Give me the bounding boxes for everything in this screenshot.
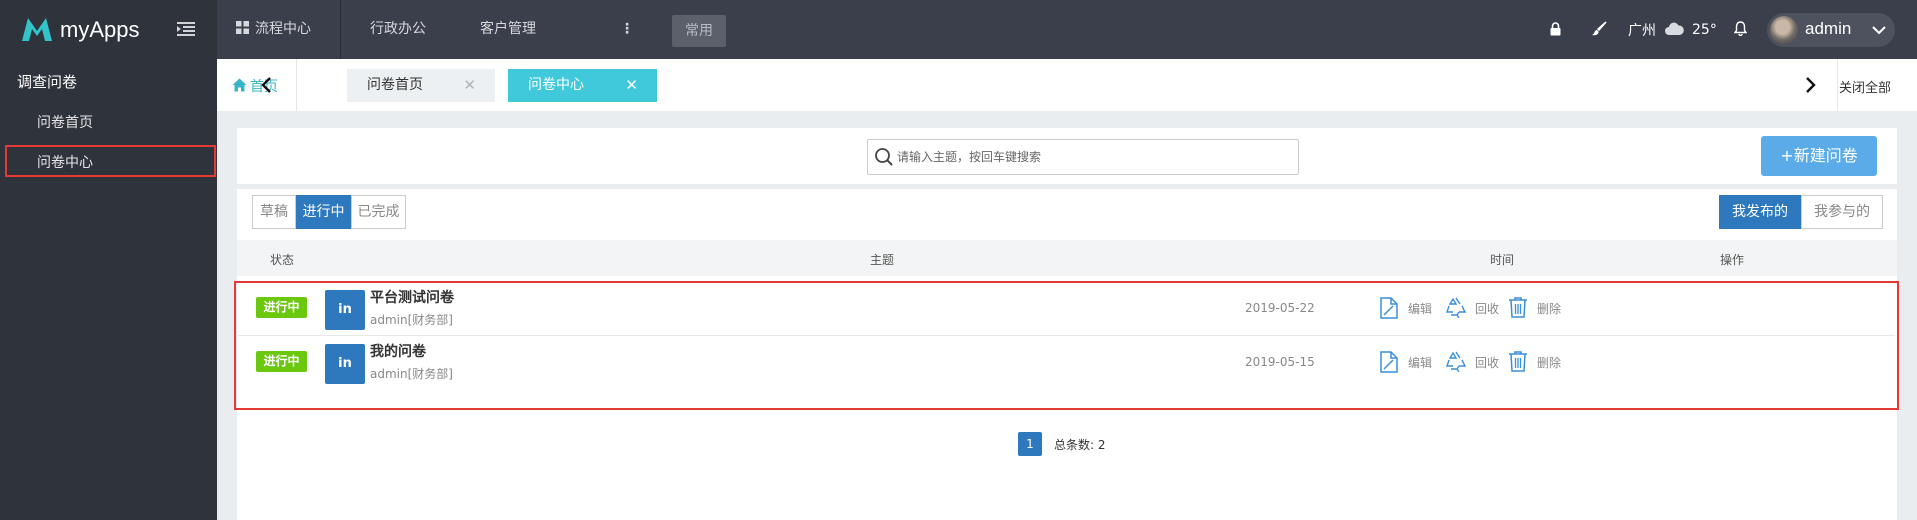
brush-icon[interactable] [1592,21,1607,36]
close-all-button[interactable]: 关闭全部 [1839,77,1891,96]
delete-label: 删除 [1537,302,1562,316]
logo-m-icon [22,18,52,41]
delete-label: 删除 [1537,356,1562,370]
survey-owner: admin[财务部] [370,367,453,381]
tab-survey-center[interactable]: 问卷中心 ✕ [508,69,657,102]
user-name: admin [1805,19,1852,38]
new-survey-button[interactable]: +新建问卷 [1761,136,1877,176]
edit-icon [1380,351,1398,373]
survey-icon: in [325,290,365,330]
bell-icon[interactable] [1734,21,1747,36]
table-rows-highlight: 进行中 in 平台测试问卷 admin[财务部] 2019-05-22 编辑 回… [234,281,1899,410]
table-row[interactable]: 进行中 in 平台测试问卷 admin[财务部] 2019-05-22 编辑 回… [238,283,1895,335]
filter-completed[interactable]: 已完成 [351,195,406,229]
survey-title[interactable]: 平台测试问卷 [370,287,454,307]
sidebar-item-survey-center[interactable]: 问卷中心 [37,152,93,172]
edit-icon [1380,297,1398,319]
survey-date: 2019-05-22 [1245,301,1315,315]
row-divider [238,335,1895,336]
top-bar: myApps 流程中心 行政办公 客户管理 ⋮ 常用 广州 25° admin [0,0,1917,59]
weather-temp: 25° [1692,21,1717,38]
search-box[interactable] [867,139,1299,175]
user-menu[interactable]: admin [1767,13,1895,47]
tab-divider [1837,59,1838,111]
filter-draft[interactable]: 草稿 [252,195,296,229]
brand-name: myApps [60,17,140,42]
edit-label: 编辑 [1408,356,1433,370]
header-actions: 操作 [1720,253,1745,267]
survey-title[interactable]: 我的问卷 [370,341,426,361]
more-menu-icon[interactable]: ⋮ [620,20,634,38]
sidebar: 调查问卷 问卷首页 问卷中心 [0,59,217,520]
home-icon [232,78,247,92]
weather-city: 广州 [1628,22,1656,39]
topnav-divider [340,0,341,59]
recall-label: 回收 [1475,356,1500,370]
table-header: 状态 主题 时间 操作 [237,240,1897,276]
search-input[interactable] [897,146,1287,168]
filter-my-published[interactable]: 我发布的 [1719,195,1801,229]
menu-toggle-icon[interactable] [177,22,195,36]
recall-label: 回收 [1475,302,1500,316]
filter-in-progress[interactable]: 进行中 [296,195,351,229]
topnav-label: 流程中心 [255,21,311,37]
header-status: 状态 [270,253,295,267]
topnav-item-flow[interactable]: 流程中心 [236,0,311,59]
search-panel: +新建问卷 [237,128,1897,184]
filter-my-participated[interactable]: 我参与的 [1801,195,1883,229]
recycle-icon [1446,351,1467,372]
sidebar-item-survey-home[interactable]: 问卷首页 [37,112,93,132]
tab-bar: 首页 问卷首页 ✕ 问卷中心 ✕ 关闭全部 [217,59,1917,111]
status-badge: 进行中 [256,351,307,372]
chevron-right-icon[interactable] [1802,76,1818,94]
tab-label: 问卷首页 [367,77,423,93]
status-badge: 进行中 [256,297,307,318]
header-time: 时间 [1490,253,1515,267]
cloud-icon [1665,22,1684,35]
brand: myApps [0,0,217,59]
page-number-current[interactable]: 1 [1018,432,1042,456]
chevron-left-icon[interactable] [259,76,275,94]
recycle-icon [1446,297,1467,318]
close-icon[interactable]: ✕ [625,69,638,102]
lock-icon[interactable] [1550,22,1561,36]
survey-list-panel: 草稿 进行中 已完成 我发布的 我参与的 状态 主题 时间 操作 进行中 in … [234,189,1899,520]
avatar [1770,16,1798,44]
tab-survey-home[interactable]: 问卷首页 ✕ [347,69,495,102]
tab-label: 问卷中心 [528,77,584,93]
survey-icon: in [325,344,365,384]
topnav-item-customer[interactable]: 客户管理 [480,0,536,59]
total-count: 总条数: 2 [1054,438,1106,452]
topnav-item-admin[interactable]: 行政办公 [370,0,426,59]
survey-date: 2019-05-15 [1245,355,1315,369]
tab-divider [296,59,297,111]
search-icon [875,148,893,166]
sidebar-group-survey[interactable]: 调查问卷 [17,71,77,92]
survey-owner: admin[财务部] [370,313,453,327]
trash-icon [1509,351,1527,372]
chevron-down-icon [1872,26,1886,35]
grid-icon [236,21,249,34]
close-icon[interactable]: ✕ [463,69,476,102]
edit-label: 编辑 [1408,302,1433,316]
trash-icon [1509,297,1527,318]
common-button[interactable]: 常用 [672,15,726,47]
header-subject: 主题 [870,253,895,267]
table-row[interactable]: 进行中 in 我的问卷 admin[财务部] 2019-05-15 编辑 回收 [238,337,1895,389]
